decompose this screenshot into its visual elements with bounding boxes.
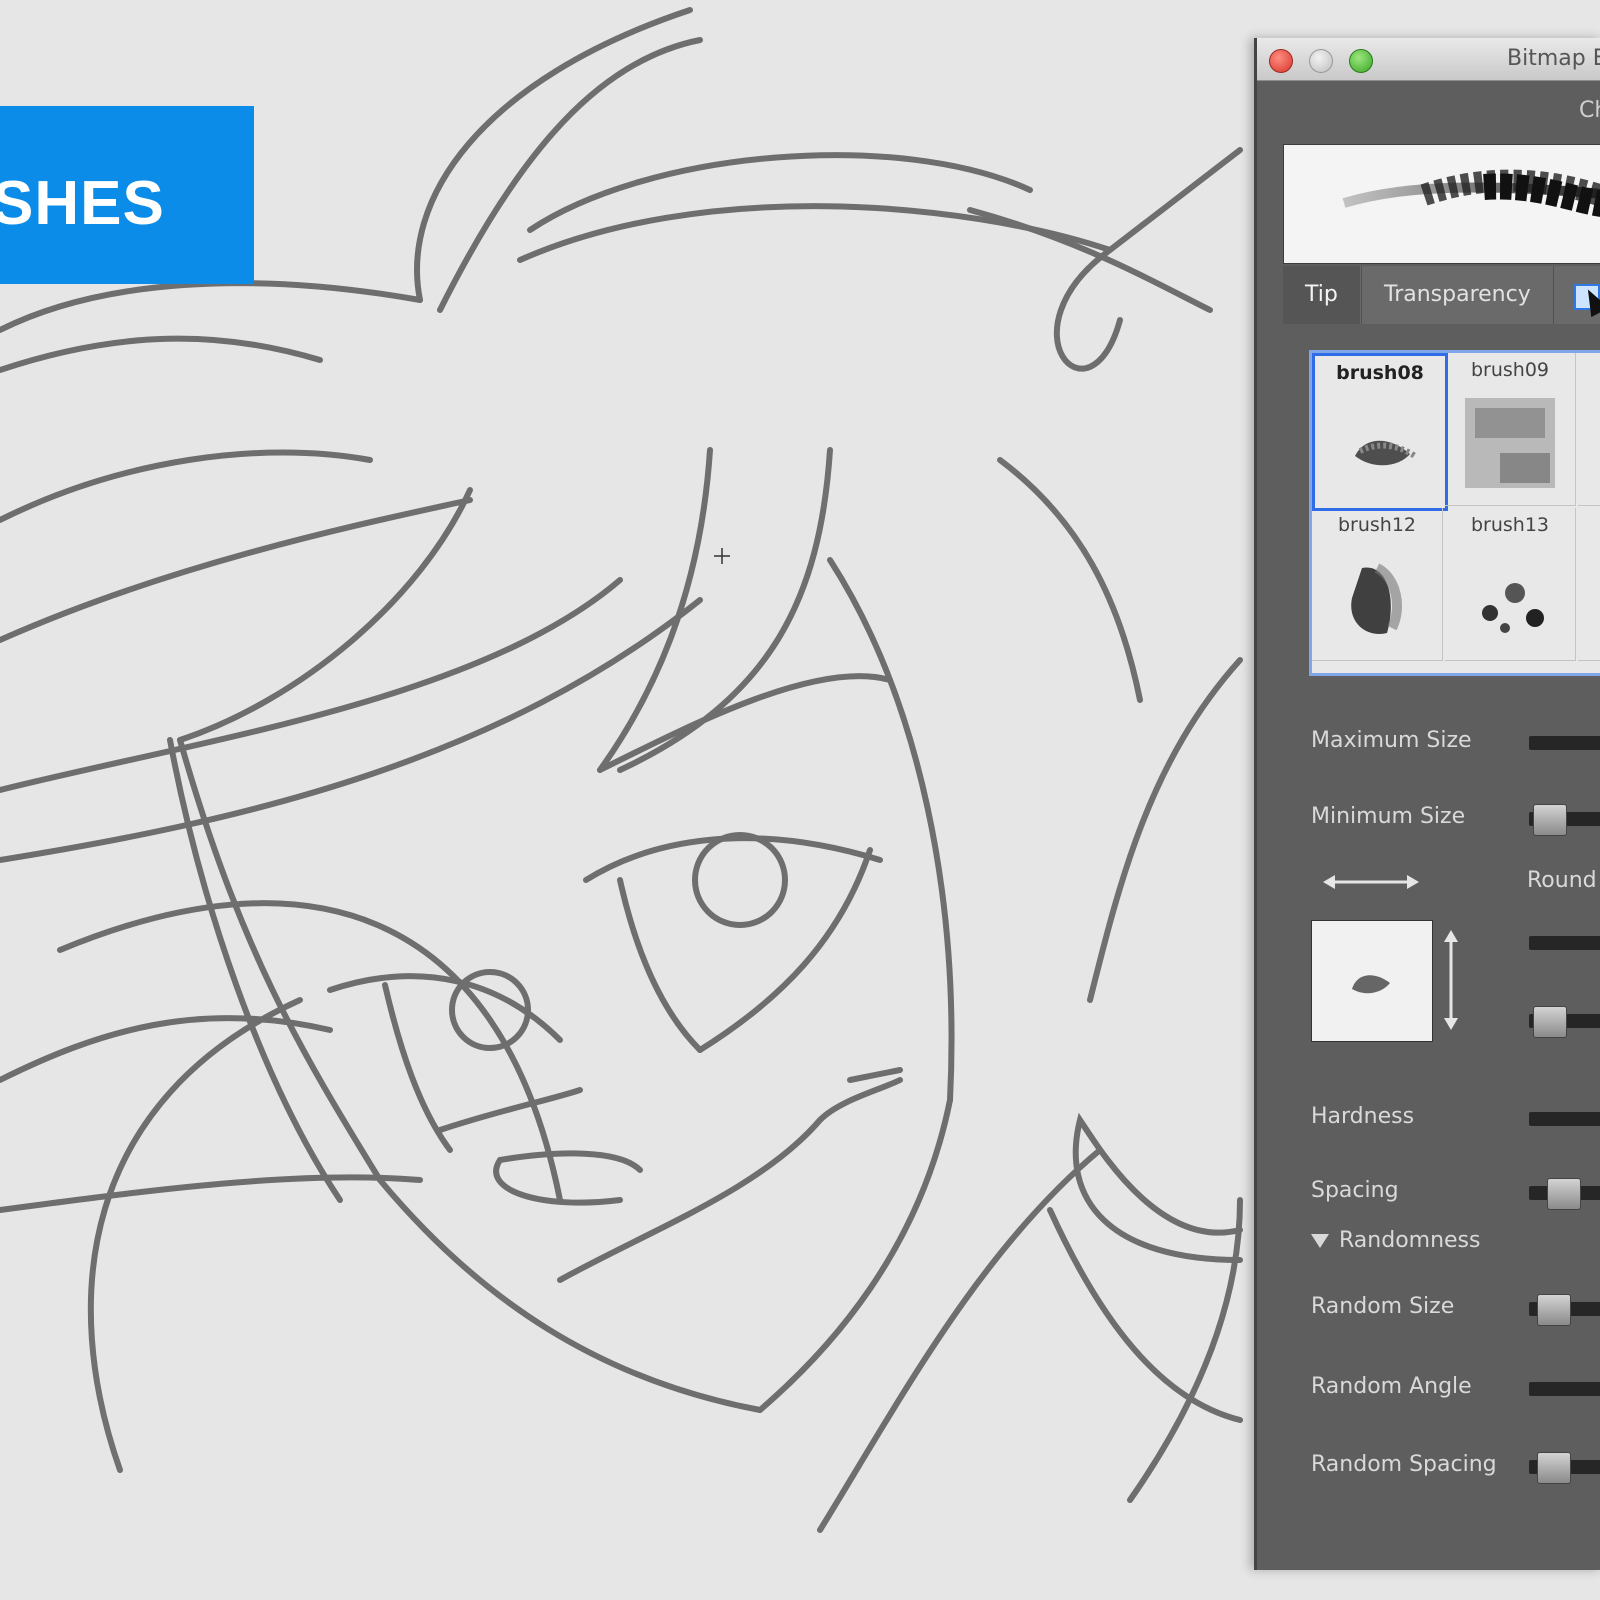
random-spacing-label: Random Spacing bbox=[1311, 1452, 1497, 1477]
disclosure-triangle-icon bbox=[1311, 1234, 1329, 1248]
angle-knob[interactable] bbox=[1533, 1006, 1567, 1038]
spacing-label: Spacing bbox=[1311, 1178, 1399, 1203]
brush09-icon bbox=[1465, 398, 1555, 488]
randomness-label: Randomness bbox=[1339, 1228, 1481, 1253]
brush-tile-brush09[interactable]: brush09 bbox=[1445, 353, 1576, 506]
brush-tile-label: brush08 bbox=[1336, 362, 1424, 384]
window-titlebar[interactable]: Bitmap E bbox=[1257, 38, 1600, 81]
brush-tile-partial[interactable] bbox=[1578, 508, 1600, 661]
vertical-arrow-icon bbox=[1444, 930, 1458, 1030]
title-banner: SHES bbox=[0, 106, 254, 284]
minimize-button[interactable] bbox=[1309, 49, 1333, 73]
roundness-label: Round bbox=[1527, 868, 1597, 893]
hardness-label: Hardness bbox=[1311, 1104, 1415, 1129]
tab-transparency[interactable]: Transparency bbox=[1361, 266, 1553, 324]
bitmap-brush-window: Bitmap E Ch Tip Transparency brush08 bbox=[1254, 38, 1600, 1570]
brush-tile-brush13[interactable]: brush13 bbox=[1445, 508, 1576, 661]
randomness-section-header[interactable]: Randomness bbox=[1311, 1228, 1481, 1253]
spacing-knob[interactable] bbox=[1547, 1178, 1581, 1210]
random-angle-slider[interactable] bbox=[1529, 1382, 1600, 1396]
brush-tile-partial[interactable] bbox=[1578, 353, 1600, 506]
zoom-button[interactable] bbox=[1349, 49, 1373, 73]
settings-tabs: Tip Transparency bbox=[1283, 266, 1600, 324]
random-angle-label: Random Angle bbox=[1311, 1374, 1472, 1399]
horizontal-arrow-icon bbox=[1323, 875, 1419, 889]
brush13-icon bbox=[1482, 583, 1544, 633]
brush08-icon bbox=[1355, 440, 1417, 466]
random-spacing-knob[interactable] bbox=[1537, 1452, 1571, 1484]
minimum-size-label: Minimum Size bbox=[1311, 804, 1466, 829]
window-title: Bitmap E bbox=[1507, 46, 1600, 71]
brush-tile-brush12[interactable]: brush12 bbox=[1312, 508, 1443, 661]
brush12-icon bbox=[1351, 563, 1402, 634]
brush-tile-label: brush13 bbox=[1470, 514, 1550, 536]
roundness-slider[interactable] bbox=[1529, 936, 1600, 950]
random-size-knob[interactable] bbox=[1537, 1294, 1571, 1326]
brush-shape-preview[interactable] bbox=[1311, 920, 1433, 1042]
banner-text: SHES bbox=[0, 169, 165, 238]
tab-tip[interactable]: Tip bbox=[1283, 266, 1360, 324]
brush-stroke-preview bbox=[1283, 144, 1600, 264]
brush-tile-label: brush09 bbox=[1470, 359, 1550, 381]
random-size-label: Random Size bbox=[1311, 1294, 1455, 1319]
hardness-slider[interactable] bbox=[1529, 1112, 1600, 1126]
minimum-size-knob[interactable] bbox=[1533, 804, 1567, 836]
maximum-size-label: Maximum Size bbox=[1311, 728, 1472, 753]
maximum-size-slider[interactable] bbox=[1529, 736, 1600, 750]
close-button[interactable] bbox=[1269, 49, 1293, 73]
brush-tip-grid: brush08 brush09 brush12 brush13 bbox=[1309, 350, 1600, 676]
brush-name-header: Ch bbox=[1579, 98, 1600, 123]
brush-tile-label: brush12 bbox=[1337, 514, 1417, 536]
brush-tile-brush08[interactable]: brush08 bbox=[1312, 353, 1448, 511]
